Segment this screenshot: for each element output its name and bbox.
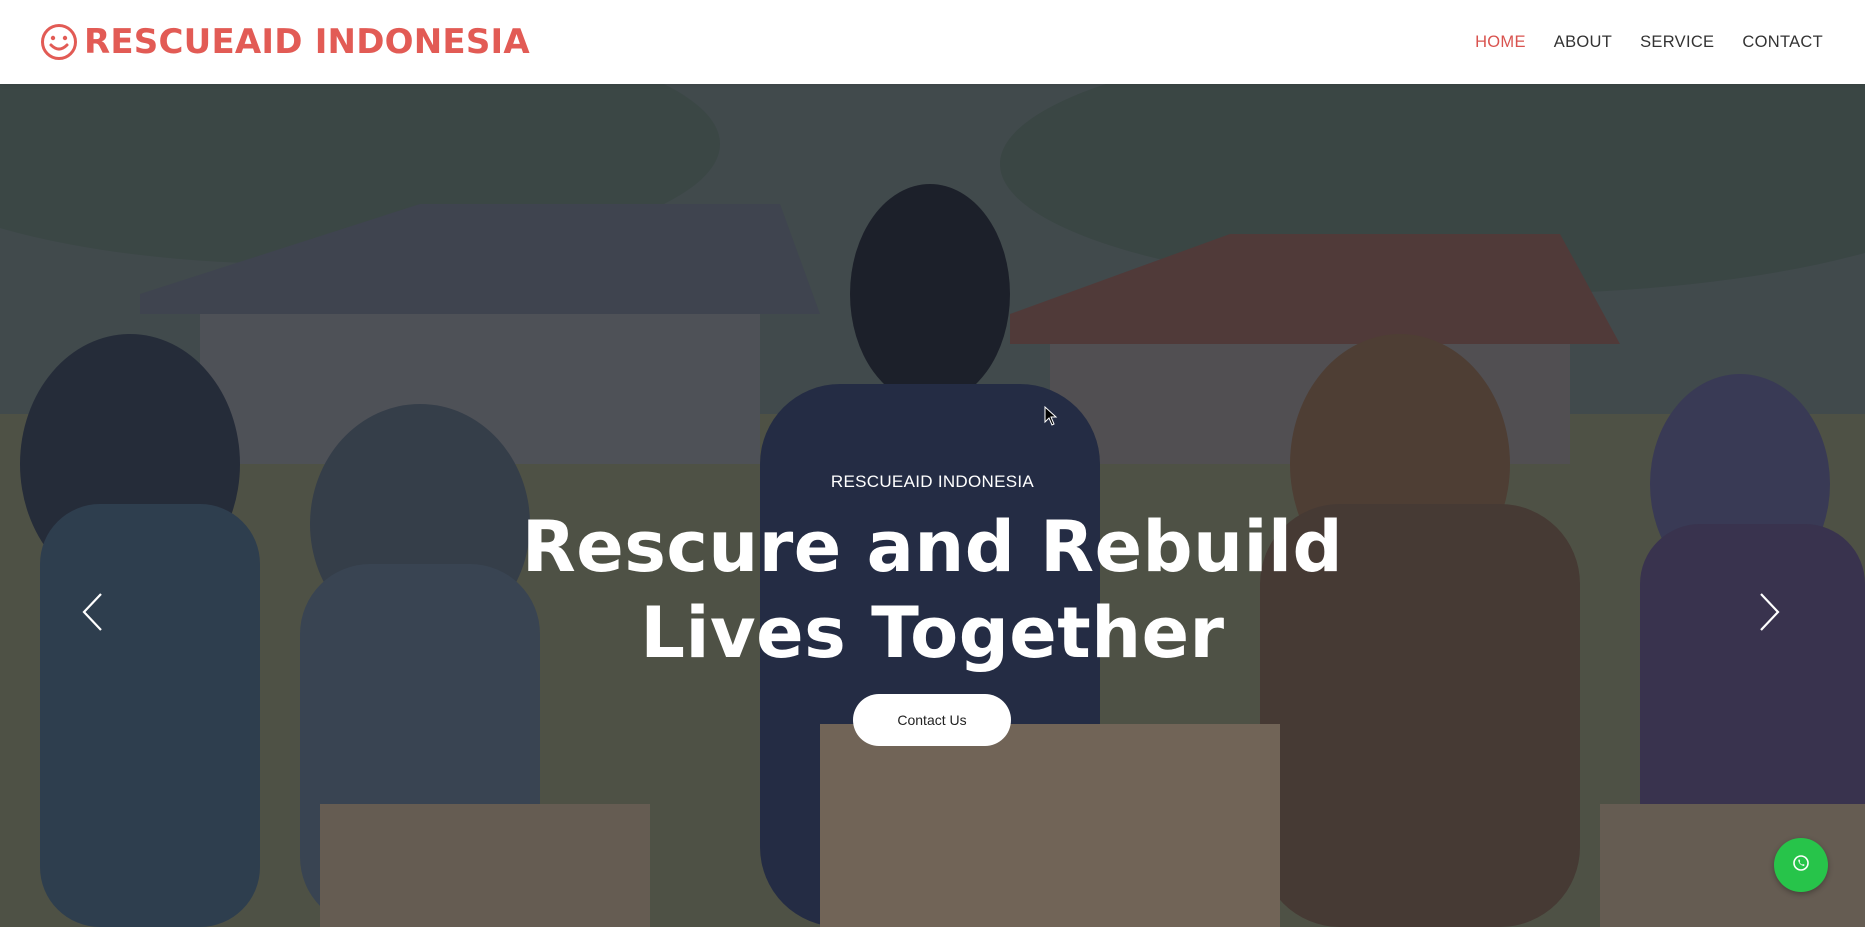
hero-kicker: RESCUEAID INDONESIA [830, 472, 1035, 491]
whatsapp-icon [1792, 854, 1810, 877]
contact-us-button[interactable]: Contact Us [853, 694, 1011, 746]
hero-title-line1: Rescure and Rebuild [521, 506, 1344, 588]
nav-item-home[interactable]: HOME [1475, 33, 1526, 51]
carousel-next-button[interactable] [1750, 584, 1790, 644]
hero-content: RESCUEAID INDONESIA Rescure and Rebuild … [0, 84, 1865, 927]
hero-title-line2: Lives Together [640, 592, 1225, 674]
chevron-left-icon [81, 592, 103, 637]
mouse-cursor [1044, 405, 1058, 431]
nav-menu: HOME ABOUT SERVICE CONTACT [1475, 33, 1823, 52]
top-navbar: RESCUEAID INDONESIA HOME ABOUT SERVICE C… [0, 0, 1865, 84]
chevron-right-icon [1759, 592, 1781, 637]
carousel-prev-button[interactable] [72, 584, 112, 644]
nav-item-about[interactable]: ABOUT [1554, 33, 1612, 51]
nav-item-service[interactable]: SERVICE [1640, 33, 1714, 51]
brand-logo[interactable]: RESCUEAID INDONESIA [40, 22, 530, 62]
hero-title: Rescure and Rebuild Lives Together [0, 504, 1865, 676]
whatsapp-button[interactable] [1774, 838, 1828, 892]
hero-carousel: RESCUEAID INDONESIA Rescure and Rebuild … [0, 84, 1865, 927]
nav-item-contact[interactable]: CONTACT [1742, 33, 1823, 51]
smiley-icon [40, 23, 78, 61]
brand-name: RESCUEAID INDONESIA [84, 22, 530, 62]
